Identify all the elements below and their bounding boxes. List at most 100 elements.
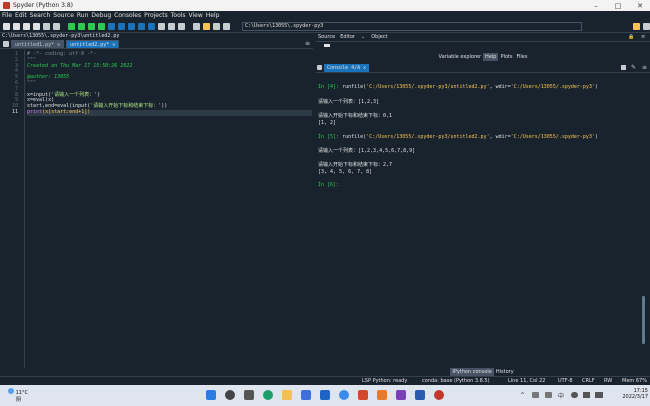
continue-icon[interactable] <box>148 22 155 30</box>
back-arrow-icon[interactable] <box>213 22 220 30</box>
chevron-down-icon[interactable]: ⌄ <box>361 34 365 40</box>
console-output-line: 请输入开始下标和结束下标：2,7 <box>318 162 393 168</box>
task-view-icon[interactable] <box>244 390 254 400</box>
run-cell-advance-icon[interactable] <box>88 22 95 30</box>
title-bar: Spyder (Python 3.8) – □ ✕ <box>0 0 650 11</box>
step-icon[interactable] <box>118 22 125 30</box>
menu-source[interactable]: Source <box>53 12 74 19</box>
menu-edit[interactable]: Edit <box>15 12 27 19</box>
print-icon[interactable] <box>43 22 50 30</box>
onenote-icon[interactable] <box>396 390 406 400</box>
maximize-pane-icon[interactable] <box>168 22 175 30</box>
tab-files[interactable]: Files <box>514 53 529 61</box>
file-browse-icon[interactable] <box>3 41 9 47</box>
save-icon[interactable] <box>23 22 30 30</box>
console-options-icon[interactable]: ≡ <box>642 64 647 71</box>
spyder-taskbar-icon[interactable] <box>434 390 444 400</box>
chrome-icon[interactable] <box>339 390 349 400</box>
editor-file-path: C:\Users\13055\.spyder-py3\untitled2.py <box>0 33 313 40</box>
editor-options-icon[interactable]: ≡ <box>305 41 311 47</box>
console-input-line: In [5]: runfile('C:/Users/13055/.spyder-… <box>318 134 598 140</box>
keyboard-icon[interactable] <box>545 392 552 398</box>
gutter-divider <box>24 50 25 368</box>
code-text[interactable]: # -*- coding: utf-8 -*- """ Created on T… <box>27 51 312 116</box>
debug-icon[interactable] <box>108 22 115 30</box>
mail-icon[interactable] <box>320 390 330 400</box>
tab-help[interactable]: Help <box>483 53 499 61</box>
volume-icon[interactable] <box>583 392 590 398</box>
console-output-line: [1, 2] <box>318 120 337 126</box>
menu-consoles[interactable]: Consoles <box>114 12 141 19</box>
fullscreen-icon[interactable] <box>178 22 185 30</box>
open-file-icon[interactable] <box>13 22 20 30</box>
ime-icon[interactable]: 中 <box>558 391 564 400</box>
code-editor[interactable]: 1 2 3 4 5 6 7 8 9 10 11 # -*- coding: ut… <box>0 50 313 368</box>
tab-untitled2[interactable]: untitled2.py* ✕ <box>66 40 120 48</box>
store-icon[interactable] <box>301 390 311 400</box>
battery-icon[interactable] <box>595 392 603 398</box>
code-token: (x[start:end+1]) <box>42 108 91 115</box>
menu-view[interactable]: View <box>189 12 203 19</box>
console-input-line: In [4]: runfile('C:/Users/13055/.spyder-… <box>318 84 598 90</box>
step-into-icon[interactable] <box>128 22 135 30</box>
preferences-icon[interactable] <box>193 22 200 30</box>
tray-chevron-icon[interactable]: ^ <box>520 392 525 399</box>
lower-pane-tabs: IPython console History <box>316 368 650 376</box>
lsp-status: LSP Python: ready <box>362 378 408 384</box>
stop-debug-icon[interactable] <box>158 22 165 30</box>
browse-folder-icon[interactable] <box>633 23 640 30</box>
forward-arrow-icon[interactable] <box>223 22 230 30</box>
options-icon[interactable] <box>53 22 60 30</box>
powerpoint-icon[interactable] <box>358 390 368 400</box>
tab-history[interactable]: History <box>494 368 516 376</box>
tab-untitled1[interactable]: untitled1.py* ✕ <box>11 40 65 48</box>
python-path-icon[interactable] <box>203 22 210 30</box>
app-icon-orange[interactable] <box>377 390 387 400</box>
code-string: '请输入开始下标和结束下标：' <box>90 103 162 110</box>
tray-app-icon[interactable] <box>532 392 539 398</box>
clear-console-icon[interactable]: ✎ <box>631 64 636 71</box>
close-icon[interactable]: ✕ <box>630 0 650 11</box>
menu-search[interactable]: Search <box>30 12 51 19</box>
console-output-line: 请输入一个列表：[1,2,3,4,5,6,7,8,9] <box>318 148 416 154</box>
working-directory-input[interactable]: C:\Users\13055\.spyder-py3 <box>242 22 582 31</box>
ipython-console[interactable]: In [4]: runfile('C:/Users/13055/.spyder-… <box>316 74 650 368</box>
console-browse-icon[interactable] <box>317 65 322 70</box>
run-cell-icon[interactable] <box>78 22 85 30</box>
windows-start-icon[interactable] <box>206 390 216 400</box>
menu-projects[interactable]: Projects <box>144 12 168 19</box>
search-icon[interactable] <box>225 390 235 400</box>
minimize-icon[interactable]: – <box>586 0 606 11</box>
maximize-icon[interactable]: □ <box>608 0 628 11</box>
menu-run[interactable]: Run <box>77 12 89 19</box>
help-source-combo[interactable]: Editor <box>340 34 355 40</box>
weather-temp: 11°C <box>15 390 28 396</box>
menu-help[interactable]: Help <box>206 12 220 19</box>
menu-debug[interactable]: Debug <box>91 12 111 19</box>
console-prompt[interactable]: In [6]: <box>318 182 339 188</box>
console-scrollbar[interactable] <box>642 296 645 344</box>
save-all-icon[interactable] <box>33 22 40 30</box>
run-icon[interactable] <box>68 22 75 30</box>
file-explorer-icon[interactable] <box>282 390 292 400</box>
menu-tools[interactable]: Tools <box>171 12 186 19</box>
editor-tabbar: untitled1.py* ✕ untitled2.py* ✕ <box>0 40 313 49</box>
tab-console[interactable]: Console 4/A ✕ <box>324 64 370 72</box>
new-file-icon[interactable] <box>3 22 10 30</box>
tab-plots[interactable]: Plots <box>498 53 514 61</box>
step-return-icon[interactable] <box>138 22 145 30</box>
run-selection-icon[interactable] <box>98 22 105 30</box>
edge-icon[interactable] <box>263 390 273 400</box>
parent-folder-icon[interactable] <box>643 23 650 30</box>
lock-icon[interactable]: 🔒 <box>628 34 634 40</box>
tab-variable-explorer[interactable]: Variable explorer <box>437 53 483 61</box>
help-options-icon[interactable]: ≡ <box>641 34 645 40</box>
word-icon[interactable] <box>415 390 425 400</box>
stop-kernel-icon[interactable] <box>621 65 626 70</box>
system-clock[interactable]: 17:15 2022/3/17 <box>610 388 648 400</box>
tab-ipython-console[interactable]: IPython console <box>450 368 494 376</box>
weather-widget[interactable]: 11°C 阴 <box>8 388 28 403</box>
menu-file[interactable]: File <box>2 12 12 19</box>
console-output-line: 请输入一个列表：[1,2,3] <box>318 99 380 105</box>
wifi-icon[interactable] <box>571 392 578 398</box>
